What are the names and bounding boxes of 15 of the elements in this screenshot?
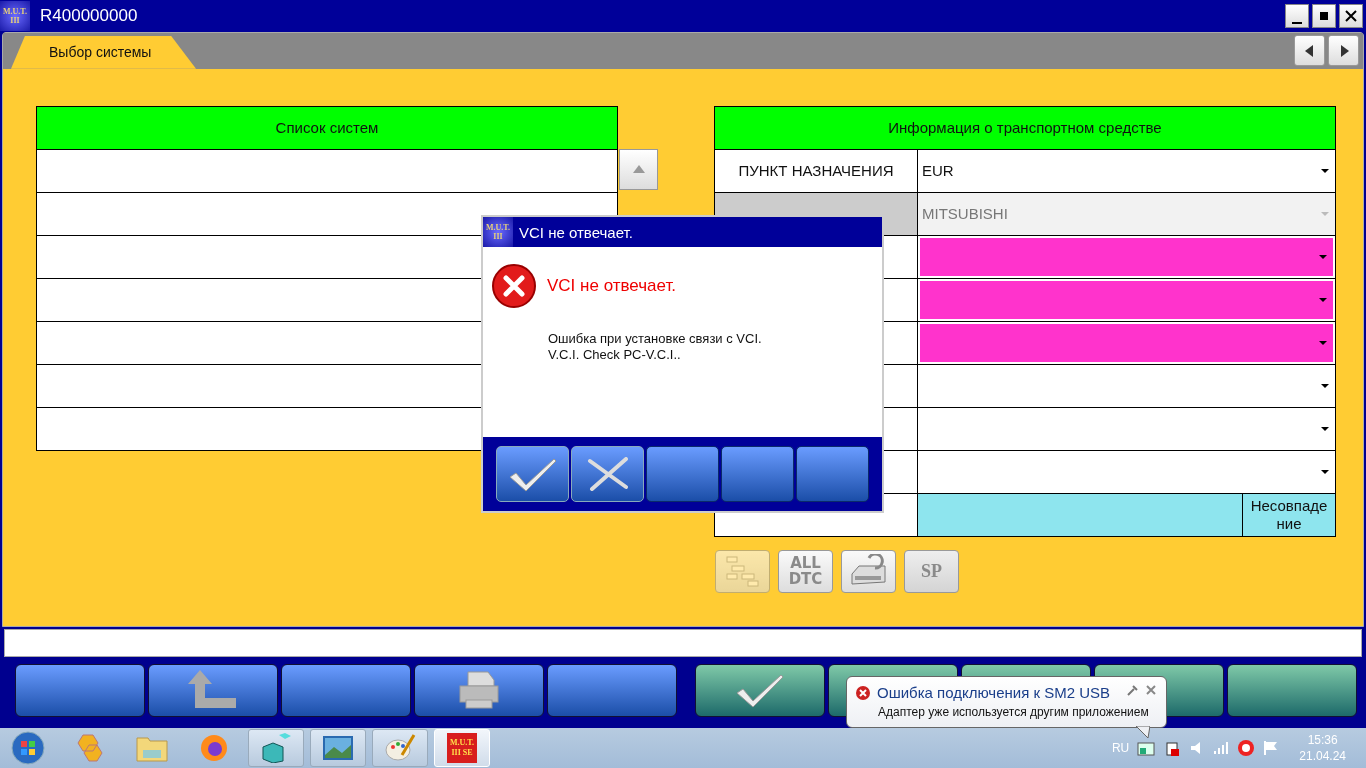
app-logo: M.U.T. III SE [447,733,477,764]
error-heading: VCI не отвечает. [547,276,677,296]
clock-time: 15:36 [1307,732,1338,749]
table-header: Информация о транспортном средстве [715,106,1335,150]
app-logo: M.U.T. III [0,0,30,31]
app-logo: M.U.T. III [483,217,513,247]
mismatch-status: Несовпаде ние [1243,493,1335,536]
error-message: V.C.I. Check PC-V.C.I.. [548,347,682,363]
dialog-title: VCI не отвечает. [519,223,633,241]
table-header: Список систем [37,106,617,150]
clock-date: 21.04.24 [1299,748,1346,765]
notification-title: Ошибка подключения к SM2 USB [877,684,1111,702]
window-title: R400000000 [40,5,139,26]
error-message: Ошибка при установке связи с VCI. [548,331,763,347]
notification-message: Адаптер уже используется другим приложением [878,705,1150,720]
